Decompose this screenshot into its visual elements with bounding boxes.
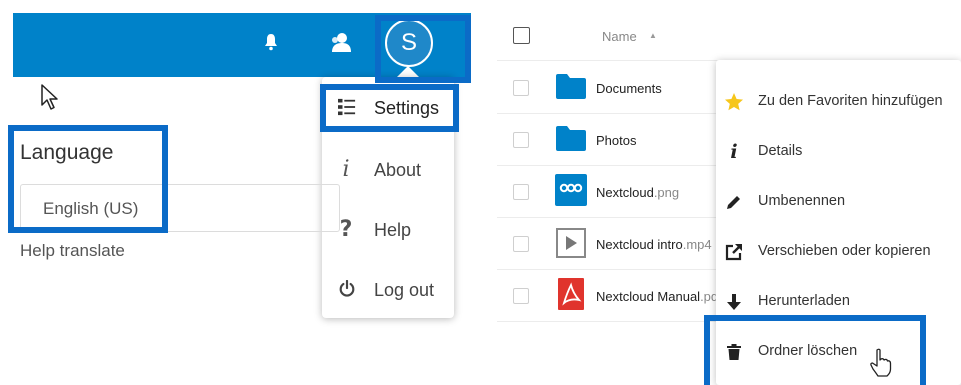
- download-icon: [727, 294, 741, 310]
- menu-item-label: Log out: [374, 280, 435, 300]
- menu-item-label: Zu den Favoriten hinzufügen: [758, 93, 943, 109]
- menu-item-delete-folder[interactable]: Ordner löschen: [716, 327, 961, 377]
- info-icon: i: [342, 157, 350, 182]
- select-all-checkbox[interactable]: [513, 27, 530, 44]
- menu-item-label: Details: [758, 143, 803, 159]
- language-selected-value: English (US): [43, 199, 139, 218]
- menu-item-download[interactable]: Herunterladen: [716, 277, 961, 327]
- menu-item-add-favorite[interactable]: Zu den Favoriten hinzufügen: [716, 77, 961, 127]
- pdf-file-icon: [558, 278, 584, 310]
- user-dropdown-menu: Settings i About ? Help Log out: [322, 77, 454, 318]
- file-row[interactable]: Photos: [497, 113, 727, 166]
- trash-icon: [727, 344, 741, 360]
- pencil-icon: [727, 196, 740, 209]
- row-checkbox[interactable]: [513, 80, 529, 96]
- video-file-icon: [556, 228, 586, 258]
- menu-item-label: Umbenennen: [758, 193, 846, 209]
- mouse-pointer-icon: [41, 84, 58, 110]
- files-header-row: Name ▲: [497, 10, 727, 61]
- file-name: Nextcloud Manual.pdf: [596, 289, 722, 304]
- user-avatar[interactable]: S: [385, 19, 433, 67]
- notifications-bell-icon[interactable]: [264, 33, 278, 51]
- file-name: Nextcloud intro.mp4: [596, 237, 712, 252]
- row-checkbox[interactable]: [513, 236, 529, 252]
- menu-item-help[interactable]: ? Help: [322, 199, 454, 259]
- sort-ascending-icon: ▲: [649, 31, 657, 40]
- nextcloud-image-thumbnail-icon: [555, 174, 587, 206]
- star-icon: [725, 93, 743, 111]
- user-menu-caret: [397, 66, 419, 77]
- menu-item-logout[interactable]: Log out: [322, 259, 454, 319]
- contacts-icon[interactable]: [330, 32, 352, 52]
- menu-item-label: Ordner löschen: [758, 343, 858, 359]
- menu-item-label: Settings: [374, 98, 440, 118]
- hand-pointer-icon: [870, 348, 892, 377]
- power-icon: [339, 280, 355, 297]
- folder-icon: [556, 74, 586, 99]
- menu-item-settings[interactable]: Settings: [322, 77, 454, 137]
- row-checkbox[interactable]: [513, 132, 529, 148]
- file-name: Photos: [596, 133, 637, 148]
- folder-icon: [556, 126, 586, 151]
- context-menu-caret: [705, 80, 716, 102]
- files-list: Name ▲ Documents Photos Nextcloud.png Ne…: [497, 10, 727, 385]
- row-checkbox[interactable]: [513, 184, 529, 200]
- file-name: Documents: [596, 81, 662, 96]
- menu-item-label: Help: [374, 220, 412, 240]
- file-row[interactable]: Nextcloud intro.mp4: [497, 217, 727, 270]
- menu-item-label: Herunterladen: [758, 293, 850, 309]
- row-checkbox[interactable]: [513, 288, 529, 304]
- menu-item-label: About: [374, 160, 422, 180]
- file-row[interactable]: Documents: [497, 61, 727, 114]
- settings-list-icon: [338, 98, 356, 116]
- file-row[interactable]: Nextcloud Manual.pdf: [497, 269, 727, 322]
- language-section-title: Language: [20, 141, 114, 164]
- external-link-icon: [725, 244, 742, 261]
- menu-item-about[interactable]: i About: [322, 139, 454, 199]
- file-row[interactable]: Nextcloud.png: [497, 165, 727, 218]
- menu-item-details[interactable]: i Details: [716, 127, 961, 177]
- menu-item-rename[interactable]: Umbenennen: [716, 177, 961, 227]
- name-column-header[interactable]: Name: [602, 29, 637, 44]
- help-translate-link[interactable]: Help translate: [20, 241, 125, 261]
- file-name: Nextcloud.png: [596, 185, 680, 200]
- info-icon: i: [730, 141, 738, 163]
- file-context-menu: Zu den Favoriten hinzufügen i Details Um…: [716, 60, 961, 385]
- menu-item-label: Verschieben oder kopieren: [758, 243, 931, 259]
- menu-item-move-copy[interactable]: Verschieben oder kopieren: [716, 227, 961, 277]
